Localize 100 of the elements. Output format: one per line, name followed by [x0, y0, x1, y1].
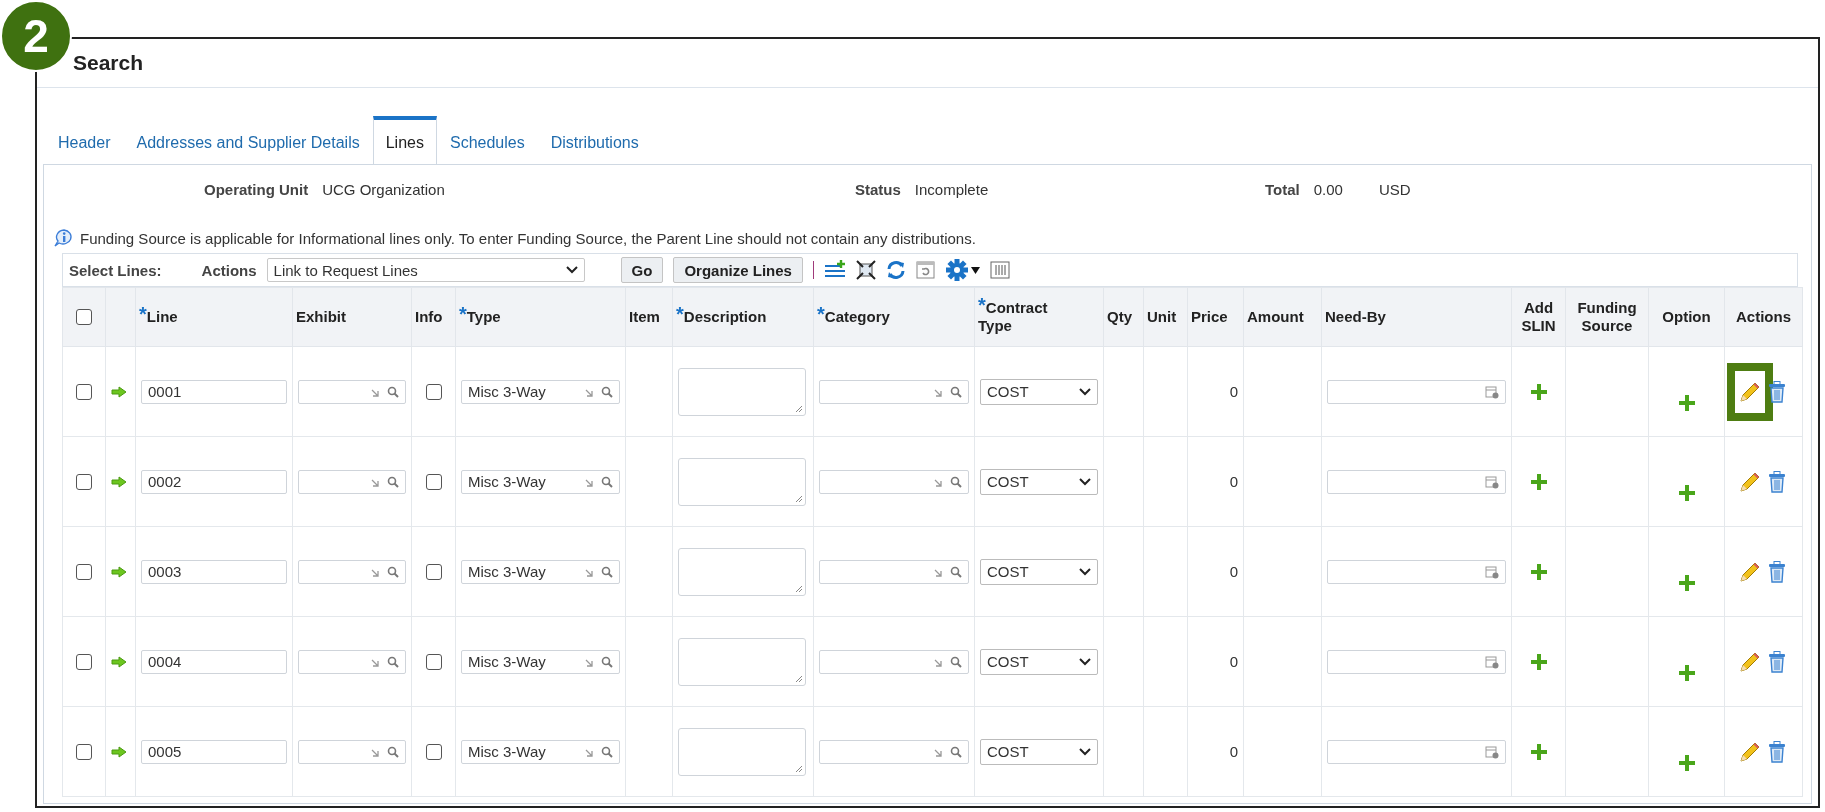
row-checkbox[interactable] — [76, 383, 92, 400]
tab[interactable]: Distributions — [537, 123, 652, 164]
search-icon[interactable] — [387, 655, 399, 668]
add-icon[interactable] — [1678, 754, 1695, 771]
add-icon[interactable] — [1678, 484, 1695, 501]
select-all-checkbox[interactable] — [76, 309, 92, 325]
exhibit-field[interactable] — [298, 469, 406, 494]
description-field[interactable] — [678, 637, 806, 686]
search-icon[interactable] — [950, 745, 962, 758]
add-icon[interactable] — [1678, 664, 1695, 681]
description-field[interactable] — [678, 457, 806, 506]
trash-icon[interactable] — [1768, 560, 1786, 583]
search-icon[interactable] — [387, 475, 399, 488]
exhibit-field[interactable] — [298, 739, 406, 764]
info-checkbox[interactable] — [425, 473, 442, 490]
description-field[interactable] — [678, 367, 806, 416]
add-icon[interactable] — [1678, 574, 1695, 591]
type-field[interactable]: Misc 3-Way — [461, 649, 620, 674]
type-field[interactable]: Misc 3-Way — [461, 559, 620, 584]
arrow-right-icon[interactable] — [111, 385, 127, 398]
search-icon[interactable] — [601, 745, 613, 758]
add-icon[interactable] — [1530, 473, 1547, 490]
tab[interactable]: Addresses and Supplier Details — [123, 123, 373, 164]
info-checkbox[interactable] — [425, 563, 442, 580]
category-field[interactable] — [819, 559, 969, 584]
category-field[interactable] — [819, 469, 969, 494]
need-by-date-field[interactable] — [1327, 379, 1506, 404]
trash-icon[interactable] — [1768, 470, 1786, 493]
contract-type-select[interactable]: COST — [980, 378, 1098, 405]
type-field[interactable]: Misc 3-Way — [461, 379, 620, 404]
add-icon[interactable] — [1530, 743, 1547, 760]
type-field[interactable]: Misc 3-Way — [461, 469, 620, 494]
add-icon[interactable] — [1678, 394, 1695, 411]
row-checkbox[interactable] — [76, 653, 92, 670]
trash-icon[interactable] — [1768, 650, 1786, 673]
category-field[interactable] — [819, 379, 969, 404]
search-icon[interactable] — [950, 385, 962, 398]
search-icon[interactable] — [601, 655, 613, 668]
line-number-field[interactable]: 0001 — [141, 379, 287, 404]
settings-icon[interactable] — [945, 259, 980, 281]
search-icon[interactable] — [601, 385, 613, 398]
arrow-right-icon[interactable] — [111, 565, 127, 578]
arrow-right-icon[interactable] — [111, 475, 127, 488]
expand-icon[interactable] — [855, 260, 876, 280]
need-by-date-field[interactable] — [1327, 739, 1506, 764]
contract-type-select[interactable]: COST — [980, 738, 1098, 765]
contract-type-select[interactable]: COST — [980, 648, 1098, 675]
add-rows-icon[interactable] — [823, 260, 846, 280]
calendar-icon[interactable] — [1485, 744, 1499, 759]
description-field[interactable] — [678, 727, 806, 776]
search-icon[interactable] — [950, 655, 962, 668]
refresh-icon[interactable] — [885, 260, 906, 280]
pencil-icon[interactable] — [1727, 362, 1773, 421]
row-checkbox[interactable] — [76, 563, 92, 580]
row-checkbox[interactable] — [76, 473, 92, 490]
search-icon[interactable] — [387, 565, 399, 578]
need-by-date-field[interactable] — [1327, 469, 1506, 494]
need-by-date-field[interactable] — [1327, 649, 1506, 674]
toolbar-button[interactable]: Go — [620, 257, 664, 283]
actions-select[interactable]: Link to Request Lines — [266, 258, 585, 282]
info-checkbox[interactable] — [425, 383, 442, 400]
description-field[interactable] — [678, 547, 806, 596]
search-icon[interactable] — [387, 385, 399, 398]
add-icon[interactable] — [1530, 383, 1547, 400]
add-icon[interactable] — [1530, 563, 1547, 580]
calendar-icon[interactable] — [1485, 654, 1499, 669]
line-number-field[interactable]: 0002 — [141, 469, 287, 494]
toolbar-button[interactable]: Organize Lines — [673, 257, 803, 283]
calendar-icon[interactable] — [1485, 474, 1499, 489]
category-field[interactable] — [819, 649, 969, 674]
exhibit-field[interactable] — [298, 379, 406, 404]
detach-icon[interactable] — [915, 260, 936, 280]
category-field[interactable] — [819, 739, 969, 764]
search-icon[interactable] — [950, 565, 962, 578]
line-number-field[interactable]: 0003 — [141, 559, 287, 584]
tab[interactable]: Lines — [372, 116, 437, 164]
tab[interactable]: Header — [45, 123, 124, 164]
calendar-icon[interactable] — [1485, 564, 1499, 579]
type-field[interactable]: Misc 3-Way — [461, 739, 620, 764]
search-icon[interactable] — [387, 745, 399, 758]
search-icon[interactable] — [601, 475, 613, 488]
tab[interactable]: Schedules — [436, 123, 538, 164]
add-icon[interactable] — [1530, 653, 1547, 670]
arrow-right-icon[interactable] — [111, 655, 127, 668]
info-checkbox[interactable] — [425, 743, 442, 760]
line-number-field[interactable]: 0004 — [141, 649, 287, 674]
search-icon[interactable] — [950, 475, 962, 488]
info-checkbox[interactable] — [425, 653, 442, 670]
columns-icon[interactable] — [989, 260, 1010, 280]
arrow-right-icon[interactable] — [111, 745, 127, 758]
exhibit-field[interactable] — [298, 649, 406, 674]
need-by-date-field[interactable] — [1327, 559, 1506, 584]
contract-type-select[interactable]: COST — [980, 468, 1098, 495]
line-number-field[interactable]: 0005 — [141, 739, 287, 764]
exhibit-field[interactable] — [298, 559, 406, 584]
search-icon[interactable] — [601, 565, 613, 578]
calendar-icon[interactable] — [1485, 384, 1499, 399]
contract-type-select[interactable]: COST — [980, 558, 1098, 585]
trash-icon[interactable] — [1768, 740, 1786, 763]
row-checkbox[interactable] — [76, 743, 92, 760]
